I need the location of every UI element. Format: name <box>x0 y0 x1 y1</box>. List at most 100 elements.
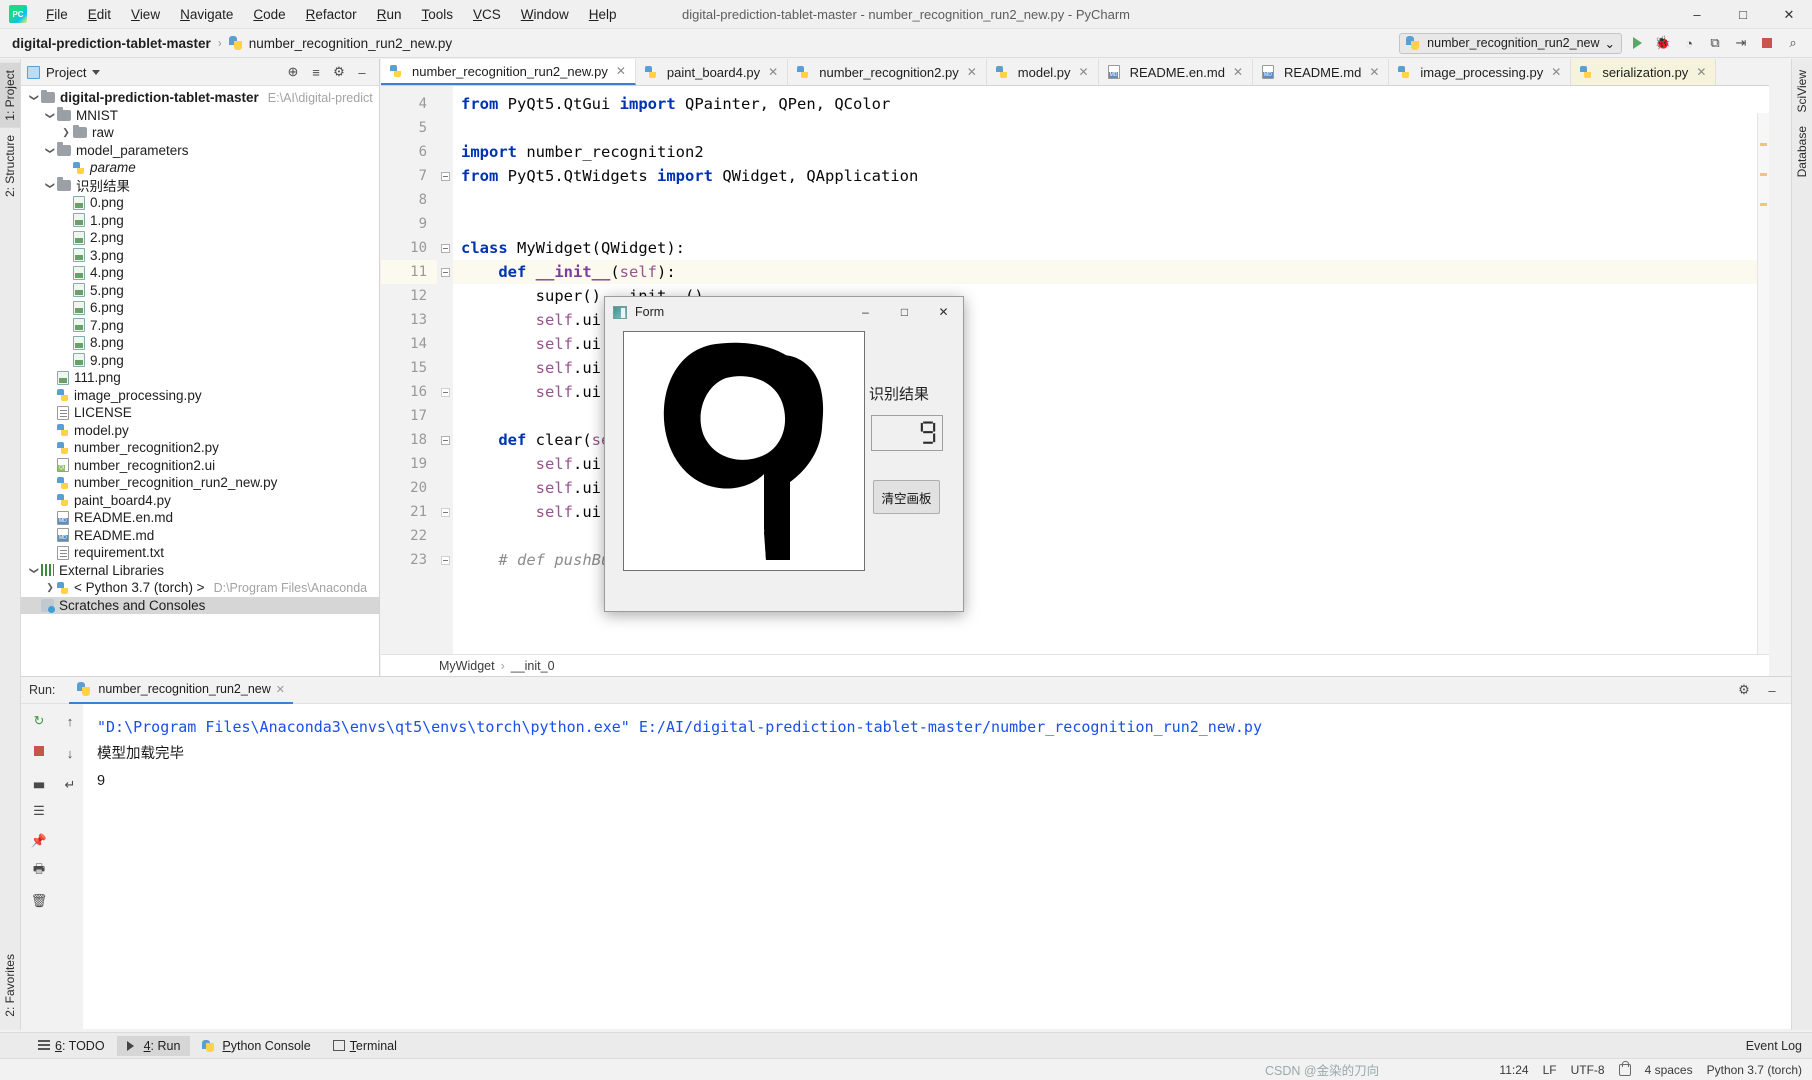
editor-tab[interactable]: serialization.py ✕ <box>1571 59 1717 85</box>
tree-item[interactable]: Scratches and Consoles <box>21 596 379 614</box>
fold-slot[interactable] <box>437 188 453 212</box>
tree-item[interactable]: 2.png <box>21 229 379 247</box>
menu-run[interactable]: Run <box>367 3 412 26</box>
tree-item[interactable]: parame <box>21 159 379 177</box>
hide-panel-icon[interactable]: – <box>1761 679 1783 701</box>
tool-tab-project[interactable]: 1: Project <box>0 63 20 128</box>
tree-item[interactable]: number_recognition_run2_new.py <box>21 474 379 492</box>
menu-view[interactable]: View <box>121 3 170 26</box>
fold-slot[interactable] <box>437 332 453 356</box>
fold-slot[interactable] <box>437 500 453 524</box>
fold-slot[interactable] <box>437 236 453 260</box>
fold-slot[interactable] <box>437 404 453 428</box>
tree-item[interactable]: LICENSE <box>21 404 379 422</box>
editor-tab[interactable]: image_processing.py ✕ <box>1389 59 1572 85</box>
breadcrumb-project[interactable]: digital-prediction-tablet-master <box>12 36 211 51</box>
status-line-separator[interactable]: LF <box>1543 1063 1557 1077</box>
chevron-down-icon[interactable]: ❯ <box>45 143 56 157</box>
dump-threads-icon[interactable]: ▃ <box>30 772 48 790</box>
event-log-label[interactable]: Event Log <box>1746 1039 1802 1053</box>
scroll-down-icon[interactable]: ↓ <box>61 744 79 762</box>
clear-canvas-button[interactable]: 清空画板 <box>873 480 940 514</box>
tree-item[interactable]: 3.png <box>21 247 379 265</box>
drawing-canvas[interactable] <box>623 331 865 571</box>
editor-tab[interactable]: model.py ✕ <box>986 59 1099 85</box>
run-button[interactable] <box>1626 32 1648 54</box>
chevron-right-icon[interactable]: ❯ <box>43 582 57 593</box>
close-icon[interactable]: ✕ <box>967 65 977 79</box>
fold-slot[interactable] <box>437 284 453 308</box>
chevron-down-icon[interactable]: ❯ <box>29 91 40 105</box>
fold-slot[interactable] <box>437 380 453 404</box>
fold-slot[interactable] <box>437 428 453 452</box>
hide-panel-icon[interactable]: – <box>351 61 373 83</box>
fold-slot[interactable] <box>437 116 453 140</box>
menu-navigate[interactable]: Navigate <box>170 3 243 26</box>
tree-item[interactable]: ❯ raw <box>21 124 379 142</box>
tree-item[interactable]: ❯ MNIST <box>21 107 379 125</box>
tree-item[interactable]: 1.png <box>21 212 379 230</box>
chevron-down-icon[interactable]: ❯ <box>45 178 56 192</box>
run-configuration-selector[interactable]: number_recognition_run2_new ⌄ <box>1399 32 1622 54</box>
chevron-down-icon[interactable]: ❯ <box>45 108 56 122</box>
fold-slot[interactable] <box>437 524 453 548</box>
locate-file-icon[interactable]: ⊕ <box>282 61 304 83</box>
stop-icon[interactable] <box>30 742 48 760</box>
run-tab[interactable]: number_recognition_run2_new ✕ <box>69 677 293 704</box>
status-encoding[interactable]: UTF-8 <box>1571 1063 1605 1077</box>
fold-slot[interactable] <box>437 260 453 284</box>
tree-item[interactable]: 8.png <box>21 334 379 352</box>
tree-item[interactable]: 9.png <box>21 352 379 370</box>
fold-slot[interactable] <box>437 164 453 188</box>
close-icon[interactable]: ✕ <box>276 683 285 696</box>
tree-item[interactable]: 111.png <box>21 369 379 387</box>
close-icon[interactable]: ✕ <box>616 64 626 78</box>
maximize-button[interactable]: □ <box>1720 0 1766 29</box>
error-stripe-scrollbar[interactable] <box>1757 113 1769 654</box>
tree-item[interactable]: model.py <box>21 422 379 440</box>
tree-item[interactable]: number_recognition2.ui <box>21 457 379 475</box>
tree-item[interactable]: ❯ digital-prediction-tablet-master E:\AI\d… <box>21 89 379 107</box>
tree-item[interactable]: 5.png <box>21 282 379 300</box>
status-interpreter[interactable]: Python 3.7 (torch) <box>1707 1063 1802 1077</box>
search-icon[interactable]: ⌕ <box>1782 32 1804 54</box>
tree-item[interactable]: ❯ model_parameters <box>21 142 379 160</box>
fold-slot[interactable] <box>437 308 453 332</box>
clear-all-icon[interactable]: 🗑 <box>30 892 48 910</box>
tree-item[interactable]: requirement.txt <box>21 544 379 562</box>
close-icon[interactable]: ✕ <box>1233 65 1243 79</box>
editor-tab[interactable]: number_recognition_run2_new.py ✕ <box>381 59 636 85</box>
scroll-up-icon[interactable]: ↑ <box>61 712 79 730</box>
debug-icon[interactable]: 🐞 <box>1652 32 1674 54</box>
lock-icon[interactable] <box>1618 1060 1631 1076</box>
close-icon[interactable]: ✕ <box>1551 65 1561 79</box>
menu-edit[interactable]: Edit <box>78 3 121 26</box>
coverage-icon[interactable]: ◔ <box>1678 32 1700 54</box>
qt-minimize-button[interactable]: – <box>846 297 885 327</box>
chevron-down-icon[interactable] <box>92 69 101 75</box>
pin-tab-icon[interactable]: 📌 <box>30 832 48 850</box>
minimize-button[interactable]: – <box>1674 0 1720 29</box>
fold-slot[interactable] <box>437 452 453 476</box>
menu-tools[interactable]: Tools <box>411 3 463 26</box>
soft-wrap-icon[interactable]: 🖶 <box>30 861 48 880</box>
attach-icon[interactable]: ⇥ <box>1730 32 1752 54</box>
collapse-all-icon[interactable]: ≡ <box>305 61 327 83</box>
tree-item[interactable]: number_recognition2.py <box>21 439 379 457</box>
gear-icon[interactable]: ⚙ <box>328 61 350 83</box>
status-indent[interactable]: 4 spaces <box>1645 1063 1693 1077</box>
menu-file[interactable]: File <box>36 3 78 26</box>
print-icon[interactable]: ☰ <box>30 802 48 820</box>
gear-icon[interactable]: ⚙ <box>1733 679 1755 701</box>
profile-icon[interactable]: ⧉ <box>1704 32 1726 54</box>
menu-refactor[interactable]: Refactor <box>296 3 367 26</box>
qt-close-button[interactable]: ✕ <box>924 297 963 327</box>
menu-vcs[interactable]: VCS <box>463 3 511 26</box>
tree-item[interactable]: ❯ 识别结果 <box>21 177 379 194</box>
editor-tab[interactable]: README.en.md ✕ <box>1098 59 1254 85</box>
chevron-down-icon[interactable]: ❯ <box>29 563 40 577</box>
menu-help[interactable]: Help <box>579 3 627 26</box>
fold-slot[interactable] <box>437 92 453 116</box>
tree-item[interactable]: README.md <box>21 527 379 545</box>
close-icon[interactable]: ✕ <box>768 65 778 79</box>
